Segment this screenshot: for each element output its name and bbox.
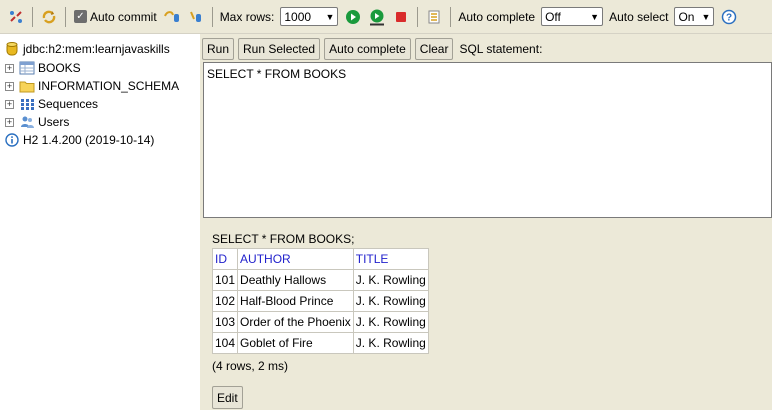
tree-item-connection[interactable]: jdbc:h2:mem:learnjavaskills (4, 40, 170, 58)
cell-id: 103 (211, 311, 239, 333)
commit-icon[interactable] (186, 7, 206, 27)
clear-button[interactable]: Clear (414, 38, 454, 60)
run-button[interactable]: Run (202, 38, 235, 60)
table-header-row: ID AUTHOR TITLE (211, 248, 429, 270)
chevron-down-icon: ▼ (590, 11, 600, 22)
max-rows-label: Max rows: (219, 9, 275, 24)
tree-item-books[interactable]: + BOOKS (0, 59, 81, 77)
tree-item-label: INFORMATION_SCHEMA (38, 79, 180, 93)
database-icon (4, 41, 20, 57)
chevron-down-icon: ▼ (701, 11, 711, 22)
rollback-icon[interactable] (162, 7, 182, 27)
query-button-bar: Run Run Selected Auto complete Clear SQL… (202, 38, 542, 60)
cell-author: Deathly Hallows (237, 269, 354, 291)
object-tree: jdbc:h2:mem:learnjavaskills + BOOKS + IN… (0, 38, 200, 410)
result-sql: SELECT * FROM BOOKS; (212, 232, 355, 246)
folder-icon (19, 78, 35, 94)
help-icon[interactable]: ? (719, 7, 739, 27)
tree-item-version: H2 1.4.200 (2019-10-14) (4, 131, 154, 149)
tree-item-information-schema[interactable]: + INFORMATION_SCHEMA (0, 77, 179, 95)
cell-id: 102 (211, 290, 239, 312)
chevron-down-icon: ▼ (325, 11, 335, 22)
expand-icon[interactable]: + (5, 63, 14, 73)
auto-complete-value: Off (545, 9, 561, 24)
auto-complete-button[interactable]: Auto complete (324, 38, 411, 60)
tree-item-label: Users (38, 115, 70, 129)
toolbar-separator (417, 6, 419, 27)
edit-button[interactable]: Edit (212, 386, 243, 409)
history-icon[interactable] (424, 7, 444, 27)
result-meta: (4 rows, 2 ms) (212, 359, 289, 373)
info-icon (4, 132, 20, 148)
toolbar-separator (450, 6, 452, 27)
expand-icon[interactable]: + (5, 99, 14, 109)
table-row: 101 Deathly Hallows J. K. Rowling (211, 269, 429, 291)
toolbar: ✓ Auto commit Max rows: 1000 ▼ Auto compl… (0, 0, 772, 34)
sql-statement-label: SQL statement: (459, 42, 543, 56)
sequences-icon (19, 96, 35, 112)
column-header-id[interactable]: ID (211, 248, 239, 270)
table-row: 103 Order of the Phoenix J. K. Rowling (211, 311, 429, 333)
tree-item-users[interactable]: + Users (0, 113, 69, 131)
refresh-icon[interactable] (39, 7, 59, 27)
column-header-title[interactable]: TITLE (352, 248, 429, 270)
result-area: SELECT * FROM BOOKS; ID AUTHOR TITLE 101… (211, 232, 429, 373)
auto-commit-checkbox[interactable]: ✓ (74, 10, 87, 23)
run-selected-icon[interactable] (367, 7, 387, 27)
stop-icon[interactable] (391, 7, 411, 27)
tree-item-label: Sequences (38, 97, 99, 111)
run-selected-button[interactable]: Run Selected (238, 38, 321, 60)
max-rows-select[interactable]: 1000 ▼ (280, 7, 339, 26)
query-panel: Run Run Selected Auto complete Clear SQL… (200, 34, 772, 410)
table-row: 104 Goblet of Fire J. K. Rowling (211, 332, 429, 354)
auto-select-label: Auto select (609, 9, 669, 24)
table-row: 102 Half-Blood Prince J. K. Rowling (211, 290, 429, 312)
cell-author: Goblet of Fire (237, 332, 354, 354)
cell-title: J. K. Rowling (352, 311, 429, 333)
tree-item-sequences[interactable]: + Sequences (0, 95, 98, 113)
auto-select-select[interactable]: On ▼ (674, 7, 715, 26)
auto-commit-label: Auto commit (90, 9, 157, 24)
cell-id: 104 (211, 332, 239, 354)
version-label: H2 1.4.200 (2019-10-14) (23, 133, 155, 147)
toolbar-separator (211, 6, 213, 27)
svg-text:?: ? (726, 12, 732, 23)
auto-select-value: On (678, 9, 695, 24)
connection-label: jdbc:h2:mem:learnjavaskills (23, 42, 170, 56)
toolbar-separator (65, 6, 66, 27)
cell-author: Half-Blood Prince (237, 290, 354, 312)
toolbar-separator (32, 6, 33, 27)
column-header-author[interactable]: AUTHOR (237, 248, 354, 270)
auto-complete-select[interactable]: Off ▼ (541, 7, 604, 26)
cell-title: J. K. Rowling (352, 269, 429, 291)
sql-editor-text: SELECT * FROM BOOKS (207, 67, 347, 81)
tree-item-label: BOOKS (38, 61, 81, 75)
max-rows-value: 1000 (284, 9, 312, 24)
run-icon[interactable] (343, 7, 363, 27)
sql-editor[interactable]: SELECT * FROM BOOKS (203, 62, 772, 218)
cell-title: J. K. Rowling (352, 332, 429, 354)
cell-id: 101 (211, 269, 239, 291)
cell-title: J. K. Rowling (352, 290, 429, 312)
table-icon (19, 60, 35, 76)
auto-complete-label: Auto complete (458, 9, 536, 24)
disconnect-icon[interactable] (6, 7, 26, 27)
expand-icon[interactable]: + (5, 117, 14, 127)
cell-author: Order of the Phoenix (237, 311, 354, 333)
expand-icon[interactable]: + (5, 81, 14, 91)
users-icon (19, 114, 35, 130)
result-table: ID AUTHOR TITLE 101 Deathly Hallows J. K… (211, 248, 429, 354)
